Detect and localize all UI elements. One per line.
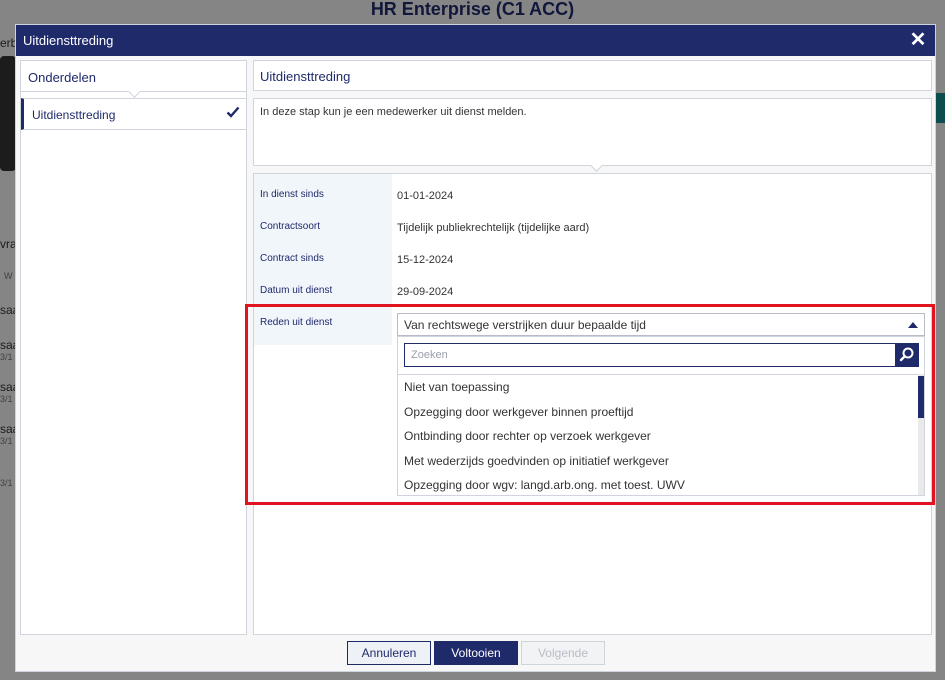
field-value-in-dienst-sinds: 01-01-2024 bbox=[397, 190, 454, 202]
field-label-reden-uit-dienst: Reden uit dienst bbox=[260, 317, 333, 328]
field-label-in-dienst-sinds: In dienst sinds bbox=[260, 189, 324, 200]
options-scrollbar[interactable] bbox=[918, 374, 924, 495]
close-icon: ✕ bbox=[909, 29, 927, 51]
dialog-title: Uitdiensttreding bbox=[23, 33, 114, 48]
cancel-button[interactable]: Annuleren bbox=[347, 641, 431, 665]
field-value-datum-uit-dienst: 29-09-2024 bbox=[397, 286, 454, 298]
option-item[interactable]: Niet van toepassing bbox=[398, 375, 920, 400]
dialog-header: Uitdiensttreding ✕ bbox=[16, 25, 935, 56]
step-item-uitdiensttreding[interactable]: Uitdiensttreding bbox=[21, 98, 246, 130]
field-label-datum-uit-dienst: Datum uit dienst bbox=[260, 285, 333, 296]
arrow-up-icon bbox=[908, 322, 918, 328]
steps-heading: Onderdelen bbox=[21, 61, 246, 98]
heading-notch bbox=[127, 85, 141, 98]
check-icon bbox=[226, 106, 240, 118]
option-item[interactable]: Opzegging door wgv: langd.arb.ong. met t… bbox=[398, 473, 920, 498]
close-button[interactable]: ✕ bbox=[907, 29, 929, 51]
intro-notch bbox=[590, 159, 603, 172]
option-item[interactable]: Opzegging door werkgever binnen proeftij… bbox=[398, 400, 920, 425]
intro-text: In deze stap kun je een medewerker uit d… bbox=[260, 106, 527, 118]
option-item[interactable]: Met wederzijds goedvinden op initiatief … bbox=[398, 449, 920, 474]
steps-panel: Onderdelen Uitdiensttreding bbox=[20, 60, 247, 635]
reden-uit-dienst-select[interactable]: Van rechtswege verstrijken duur bepaalde… bbox=[397, 313, 925, 336]
search-icon bbox=[899, 347, 914, 362]
search-button[interactable] bbox=[895, 343, 919, 367]
option-item[interactable]: Ontbinding door rechter op verzoek werkg… bbox=[398, 424, 920, 449]
intro-box: In deze stap kun je een medewerker uit d… bbox=[253, 98, 932, 172]
finish-button[interactable]: Voltooien bbox=[434, 641, 518, 665]
section-title: Uitdiensttreding bbox=[253, 60, 932, 91]
uitdiensttreding-dialog: Uitdiensttreding ✕ Onderdelen Uitdienstt… bbox=[15, 24, 936, 672]
scrollbar-thumb[interactable] bbox=[918, 376, 924, 418]
reason-dropdown: Niet van toepassing Opzegging door werkg… bbox=[397, 336, 925, 496]
steps-heading-label: Onderdelen bbox=[28, 70, 96, 85]
search-input[interactable] bbox=[404, 343, 896, 367]
selected-value: Van rechtswege verstrijken duur bepaalde… bbox=[404, 318, 646, 332]
field-label-contract-sinds: Contract sinds bbox=[260, 253, 324, 264]
next-button[interactable]: Volgende bbox=[521, 641, 605, 665]
field-label-contractsoort: Contractsoort bbox=[260, 221, 321, 232]
options-list: Niet van toepassing Opzegging door werkg… bbox=[398, 374, 920, 495]
field-value-contract-sinds: 15-12-2024 bbox=[397, 254, 454, 266]
form-area: In dienst sinds 01-01-2024 Contractsoort… bbox=[253, 173, 932, 635]
field-value-contractsoort: Tijdelijk publiekrechtelijk (tijdelijke … bbox=[397, 222, 590, 234]
step-item-label: Uitdiensttreding bbox=[32, 108, 116, 122]
